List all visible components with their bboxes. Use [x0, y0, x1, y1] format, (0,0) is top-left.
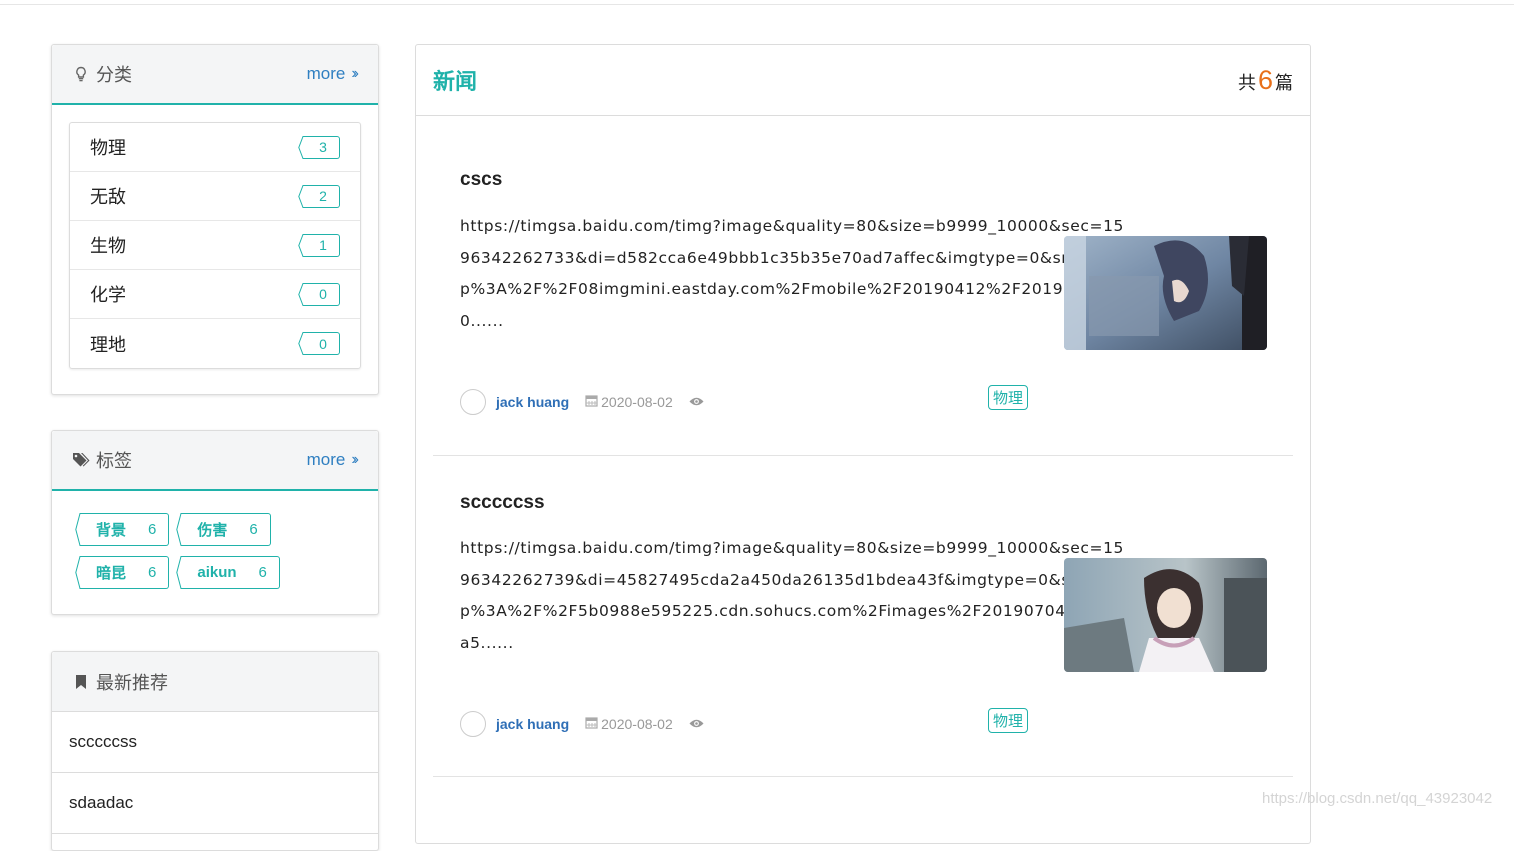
category-more-label: more	[306, 64, 346, 83]
tag-item-shanghai[interactable]: 伤害 6	[176, 513, 271, 546]
tags-more-link[interactable]: more ››	[306, 450, 359, 470]
tag-count: 6	[258, 564, 267, 581]
category-count-badge: 2	[298, 184, 340, 208]
category-count-badge: 3	[298, 135, 340, 159]
avatar[interactable]	[460, 711, 486, 737]
tags-card: 标签 more ›› 背景 6 伤害 6 暗昆 6 aikun 6	[51, 430, 379, 615]
tag-count: 6	[148, 521, 157, 538]
category-name: 理地	[90, 334, 126, 355]
category-count-badge: 0	[298, 332, 340, 355]
eye-icon	[689, 394, 704, 410]
news-panel-header: 新闻 共 6 篇	[416, 45, 1310, 116]
category-title-text: 分类	[96, 65, 132, 85]
category-card: 分类 more ›› 物理 3 无敌 2 生物 1 化学 0 理地 0	[51, 44, 379, 395]
post-item: scccccss https://timgsa.baidu.com/timg?i…	[433, 456, 1293, 777]
post-meta: jack huang 2020-08-02	[460, 389, 704, 415]
tag-count: 6	[148, 564, 157, 581]
lightbulb-icon	[72, 65, 90, 83]
category-count: 2	[319, 188, 327, 204]
total-count: 6	[1257, 64, 1273, 95]
category-card-title: 分类	[72, 61, 307, 87]
category-name: 化学	[90, 285, 126, 305]
category-item-huaxue[interactable]: 化学 0	[70, 270, 360, 319]
tags-card-title: 标签	[72, 447, 307, 473]
category-count: 1	[319, 237, 327, 253]
tag-item-aikun[interactable]: aikun 6	[176, 556, 280, 589]
post-meta: jack huang 2020-08-02	[460, 711, 704, 737]
category-item-wuli[interactable]: 物理 3	[70, 123, 360, 172]
eye-icon	[689, 716, 704, 732]
tag-name: 伤害	[197, 522, 228, 539]
tag-name: aikun	[197, 564, 237, 581]
recommend-card: 最新推荐 scccccss sdaadac	[51, 651, 379, 851]
category-card-header: 分类 more ››	[52, 45, 378, 105]
tags-icon	[72, 451, 90, 469]
tag-list: 背景 6 伤害 6 暗昆 6 aikun 6	[52, 491, 378, 611]
top-divider	[0, 0, 1514, 5]
category-count-badge: 0	[298, 282, 340, 306]
avatar[interactable]	[460, 389, 486, 415]
post-date-text: 2020-08-02	[601, 394, 673, 410]
tag-name: 暗昆	[96, 565, 127, 582]
category-more-link[interactable]: more ››	[306, 64, 359, 84]
post-author[interactable]: jack huang	[496, 394, 569, 410]
post-excerpt: https://timgsa.baidu.com/timg?image&qual…	[460, 539, 1124, 652]
category-count: 0	[319, 335, 327, 352]
news-title: 新闻	[433, 69, 478, 94]
category-count: 3	[319, 139, 327, 155]
category-name: 物理	[90, 138, 126, 158]
post-thumbnail[interactable]	[1064, 558, 1267, 672]
post-category-badge[interactable]: 物理	[988, 385, 1028, 410]
tags-card-header: 标签 more ››	[52, 431, 378, 491]
total-prefix: 共	[1237, 72, 1256, 93]
category-count: 0	[319, 286, 327, 302]
tags-title-text: 标签	[96, 451, 132, 471]
category-count-badge: 1	[298, 233, 340, 257]
post-date-text: 2020-08-02	[601, 716, 673, 732]
total-suffix: 篇	[1275, 72, 1293, 93]
tag-count: 6	[249, 521, 258, 538]
tag-item-ankun[interactable]: 暗昆 6	[75, 556, 170, 589]
recommend-card-header: 最新推荐	[52, 652, 378, 712]
category-item-lidi[interactable]: 理地 0	[70, 319, 360, 368]
news-panel: 新闻 共 6 篇 cscs https://timgsa.baidu.com/t…	[415, 44, 1311, 844]
post-excerpt: https://timgsa.baidu.com/timg?image&qual…	[460, 217, 1126, 330]
category-name: 生物	[90, 236, 126, 256]
tag-item-beijing[interactable]: 背景 6	[75, 513, 170, 546]
calendar-icon	[585, 394, 598, 410]
double-chevron-right-icon: ››	[351, 65, 358, 82]
post-title[interactable]: cscs	[460, 169, 502, 191]
post-category-badge[interactable]: 物理	[988, 708, 1028, 733]
calendar-icon	[585, 716, 598, 732]
recommend-item[interactable]: scccccss	[52, 712, 378, 773]
post-date: 2020-08-02	[585, 394, 673, 410]
category-item-wudi[interactable]: 无敌 2	[70, 172, 360, 221]
category-name: 无敌	[90, 187, 126, 207]
post-date: 2020-08-02	[585, 716, 673, 732]
category-item-shengwu[interactable]: 生物 1	[70, 221, 360, 270]
double-chevron-right-icon: ››	[351, 451, 358, 468]
tag-name: 背景	[96, 522, 127, 539]
post-author[interactable]: jack huang	[496, 716, 569, 732]
post-total: 共 6 篇	[1238, 65, 1293, 96]
recommend-card-title: 最新推荐	[72, 669, 356, 695]
recommend-item[interactable]: sdaadac	[52, 773, 378, 834]
post-item: cscs https://timgsa.baidu.com/timg?image…	[433, 117, 1293, 456]
bookmark-icon	[72, 673, 90, 691]
tags-more-label: more	[306, 450, 346, 469]
watermark: https://blog.csdn.net/qq_43923042	[1262, 790, 1493, 807]
post-thumbnail[interactable]	[1064, 236, 1267, 350]
category-list: 物理 3 无敌 2 生物 1 化学 0 理地 0	[69, 122, 361, 369]
post-title[interactable]: scccccss	[460, 492, 545, 514]
recommend-title-text: 最新推荐	[96, 672, 168, 693]
